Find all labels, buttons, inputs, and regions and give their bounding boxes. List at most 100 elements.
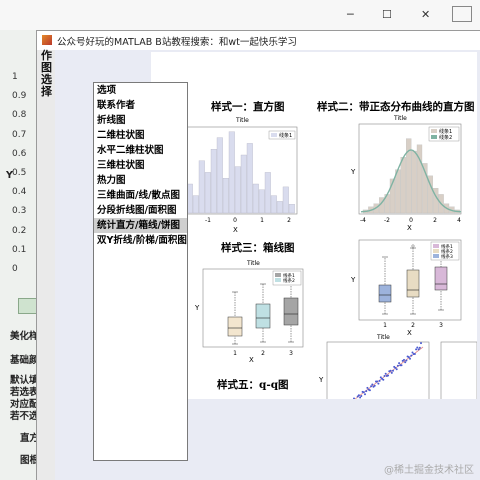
legend-swatch	[275, 273, 281, 277]
qq-y-label: Y	[318, 376, 324, 384]
qq-point	[403, 358, 405, 361]
qq-point	[376, 380, 379, 383]
qq-title: 样式五：q-q图	[217, 378, 289, 391]
histogram-bar	[246, 143, 253, 214]
histogram-bar	[228, 131, 235, 214]
legend-swatch	[431, 135, 437, 139]
legend-entry: 线条2	[283, 277, 295, 284]
qq-point	[371, 383, 374, 386]
extra-axes	[440, 341, 478, 421]
list-item[interactable]: 水平二维柱状图	[94, 143, 187, 158]
list-item-selected[interactable]: 统计直方/箱线/饼图	[94, 218, 187, 233]
legend-entry: 线条3	[441, 253, 453, 260]
boxplot-right-y-label: Y	[350, 276, 356, 284]
legend-entry: 线条2	[441, 248, 453, 255]
list-item[interactable]: 二维柱状图	[94, 128, 187, 143]
list-item[interactable]: 三维柱状图	[94, 158, 187, 173]
boxplot-panel: 样式三：箱线图 Title 线条1 线条2 1 2 3 X Y	[194, 241, 304, 364]
list-item[interactable]: 分段折线图/面积图	[94, 203, 187, 218]
background-y-tick: 0.2	[12, 225, 27, 236]
histogram-x-label: X	[233, 226, 238, 234]
histogram-bar	[276, 201, 283, 214]
normal-hist-bar	[411, 150, 417, 214]
legend-entry: 线条2	[439, 134, 452, 141]
boxplot-x-ticks: 1 2 3	[233, 350, 293, 357]
maximize-icon[interactable]: ☐	[382, 8, 392, 21]
legend-entry: 线条1	[279, 132, 292, 139]
boxplot-x-tick: 3	[289, 350, 293, 357]
background-y-tick: 0	[12, 264, 18, 274]
watermark: @稀土掘金技术社区	[384, 465, 474, 476]
list-item[interactable]: 三维曲面/线/散点图	[94, 188, 187, 203]
plots-image: 样式一：直方图 Title 线条1 -2 -1 0 1 2 X Y 样式二：带正态分布曲…	[151, 52, 478, 421]
background-y-tick: 0.3	[12, 206, 27, 217]
background-y-label: Y	[6, 170, 13, 181]
box	[378, 284, 392, 303]
histogram-bar	[234, 166, 241, 214]
minimize-icon[interactable]: ─	[347, 8, 354, 21]
normal-hist-x-ticks: -4 -2 0 2 4	[360, 217, 461, 224]
legend-swatch	[271, 133, 277, 137]
legend-swatch	[433, 249, 439, 253]
qq-point	[404, 361, 407, 364]
boxplot-right-x-label: X	[407, 329, 412, 337]
close-icon[interactable]: ✕	[421, 8, 430, 21]
boxplot-right-x-tick: 3	[439, 322, 443, 329]
restore-icon[interactable]	[452, 6, 472, 22]
list-item[interactable]: 折线图	[94, 113, 187, 128]
legend-swatch	[275, 278, 281, 282]
qq-point	[377, 382, 380, 385]
box	[255, 303, 271, 329]
list-item[interactable]: 选项	[94, 83, 187, 98]
qq-point	[366, 386, 369, 389]
menu-char: 择	[41, 85, 52, 98]
background-y-tick: 0.8	[12, 110, 27, 121]
qq-axes	[326, 341, 430, 421]
qq-point	[409, 357, 411, 360]
chart-type-label: 作 图 选 择	[37, 50, 55, 480]
qq-point	[362, 391, 365, 394]
plots-svg: 样式一：直方图 Title 线条1 -2 -1 0 1 2 X Y 样式二：带正态分布曲…	[164, 100, 478, 421]
boxplot-right-x-tick: 2	[411, 322, 415, 329]
box	[406, 269, 420, 298]
normal-hist-bar	[395, 169, 401, 214]
background-y-tick: 0.6	[12, 148, 27, 159]
normal-hist-panel: 样式二：带正态分布曲线的直方图 Title 线条1 线条2 -4 -2 0 2 4 X …	[317, 100, 475, 232]
boxplot-right-x-ticks: 1 2 3	[383, 322, 443, 329]
qq-point	[398, 362, 401, 365]
qq-point	[384, 372, 387, 375]
histogram-bar	[216, 137, 223, 214]
normal-hist-y-label: Y	[350, 168, 356, 176]
histogram-x-tick: -1	[205, 217, 211, 224]
histogram-x-tick: 0	[233, 217, 237, 224]
boxplot-right-panel: 线条1 线条2 线条3 1 2 3 X Y	[350, 239, 462, 337]
qq-point	[413, 353, 416, 355]
normal-hist-title: 样式二：带正态分布曲线的直方图	[317, 100, 475, 113]
qq-point	[365, 390, 368, 393]
boxplot-right-x-tick: 1	[383, 322, 387, 329]
legend-entry: 线条1	[439, 128, 452, 135]
normal-hist-x-tick: -4	[360, 217, 366, 224]
list-item[interactable]: 联系作者	[94, 98, 187, 113]
list-item[interactable]: 热力图	[94, 173, 187, 188]
histogram-bar	[240, 154, 247, 214]
chart-type-dropdown-list[interactable]: 选项 联系作者 折线图 二维柱状图 水平二维柱状图 三维柱状图 热力图 三维曲面…	[93, 82, 188, 461]
list-item[interactable]: 双Y折线/阶梯/面积图	[94, 233, 187, 248]
figure-window: 公众号好玩的MATLAB B站教程搜索：和wt一起快乐学习 作 图 选 择 样式…	[36, 30, 480, 480]
normal-hist-subtitle: Title	[393, 115, 407, 122]
qq-point	[387, 374, 390, 377]
box	[227, 316, 243, 337]
qq-point	[396, 364, 399, 367]
legend-entry: 线条1	[283, 272, 295, 279]
qq-point	[390, 371, 393, 374]
background-button[interactable]	[18, 298, 38, 314]
qq-point	[416, 346, 419, 349]
histogram-x-tick: 2	[287, 217, 291, 224]
boxplot-y-label: Y	[194, 304, 200, 312]
histogram-bar	[204, 172, 211, 214]
legend-swatch	[431, 129, 437, 133]
qq-point	[395, 368, 398, 371]
boxplot-title: 样式三：箱线图	[221, 241, 295, 254]
qq-point	[364, 393, 366, 396]
qq-point	[357, 394, 360, 397]
